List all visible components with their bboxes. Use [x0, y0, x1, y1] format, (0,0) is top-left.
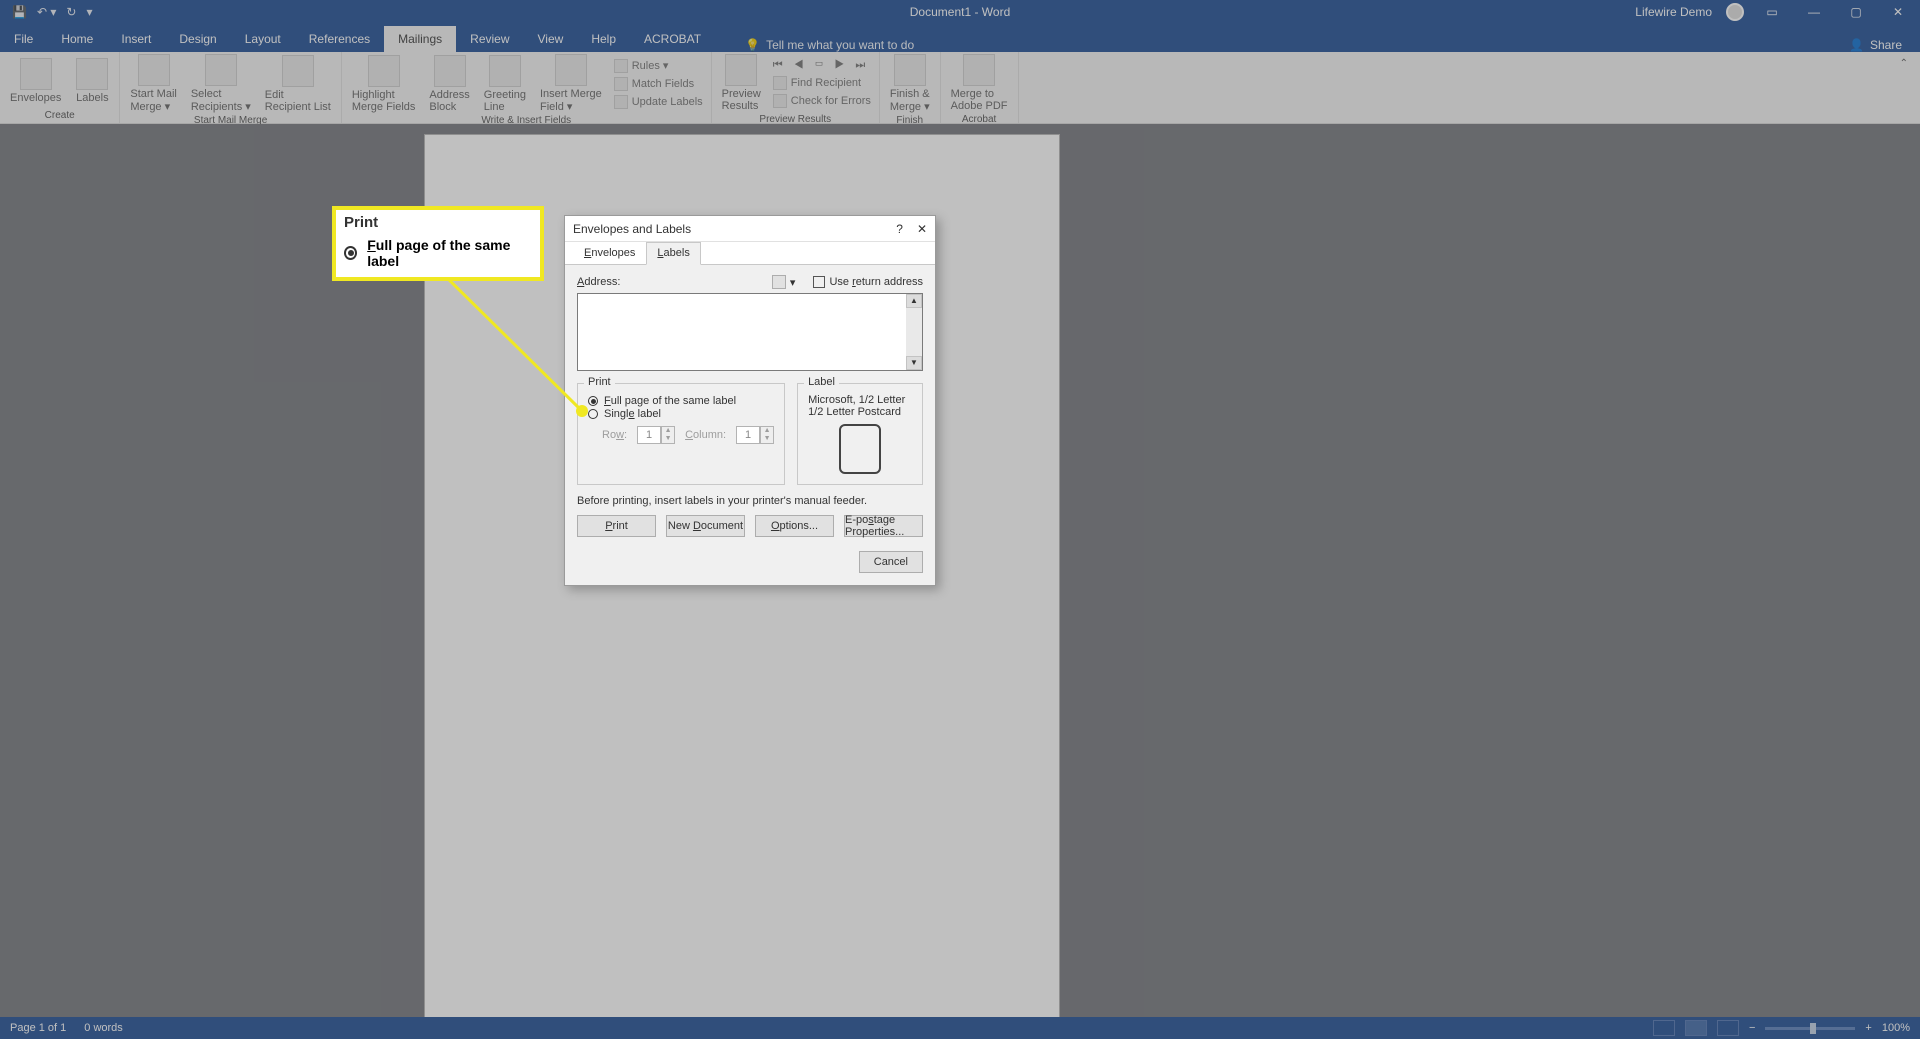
address-label: Address:Address: — [577, 276, 620, 288]
radio-full-page-label: Full page of the same labelFull page of … — [604, 395, 736, 407]
epostage-button[interactable]: E-postage Properties...E-postage Propert… — [844, 515, 923, 537]
callout-box: Print FFull page of the same labelull pa… — [332, 206, 544, 281]
dialog-titlebar[interactable]: Envelopes and Labels ? ✕ — [565, 216, 935, 242]
radio-full-page[interactable]: Full page of the same labelFull page of … — [588, 395, 774, 407]
options-button[interactable]: Options...Options... — [755, 515, 834, 537]
address-book-icon[interactable] — [772, 275, 786, 289]
print-section-label: Print — [584, 376, 615, 388]
print-button[interactable]: PrintPrint — [577, 515, 656, 537]
dialog-help-button[interactable]: ? — [896, 222, 903, 236]
printer-hint: Before printing, insert labels in your p… — [577, 495, 923, 507]
address-textarea[interactable]: ▲ ▼ — [577, 293, 923, 371]
dialog-tab-labels[interactable]: LLabelsabels — [646, 242, 700, 265]
radio-single-label[interactable]: Single labelSingle label — [588, 408, 774, 420]
envelopes-labels-dialog: Envelopes and Labels ? ✕ EEnvelopesnvelo… — [564, 215, 936, 586]
row-value: 1 — [637, 426, 661, 444]
row-label: Row:Row: — [602, 429, 627, 441]
dialog-tab-envelopes[interactable]: EEnvelopesnvelopes — [573, 242, 646, 264]
label-preview-box[interactable]: Label Microsoft, 1/2 Letter 1/2 Letter P… — [797, 383, 923, 485]
radio-selected-icon — [588, 396, 598, 406]
column-label: Column:Column: — [685, 429, 726, 441]
scroll-up-icon[interactable]: ▲ — [906, 294, 922, 308]
column-value: 1 — [736, 426, 760, 444]
scroll-down-icon[interactable]: ▼ — [906, 356, 922, 370]
label-preview-icon — [839, 424, 881, 474]
cancel-button[interactable]: Cancel — [859, 551, 923, 573]
callout-radio-icon — [344, 246, 357, 260]
label-product: 1/2 Letter Postcard — [808, 406, 912, 418]
address-dropdown-icon[interactable]: ▾ — [790, 276, 796, 289]
dialog-close-button[interactable]: ✕ — [917, 222, 927, 236]
callout-title: Print — [344, 214, 532, 231]
modal-overlay — [0, 0, 1920, 1039]
callout-label: FFull page of the same labelull page of … — [367, 237, 532, 269]
radio-single-label-text: Single labelSingle label — [604, 408, 661, 420]
new-document-button[interactable]: New DocumentNew Document — [666, 515, 745, 537]
label-vendor: Microsoft, 1/2 Letter — [808, 394, 912, 406]
label-section-label: Label — [804, 376, 839, 388]
use-return-checkbox[interactable] — [813, 276, 825, 288]
use-return-label: Use return addressUse return address — [829, 276, 923, 288]
radio-unselected-icon — [588, 409, 598, 419]
row-spinner[interactable]: 1 ▲▼ — [637, 426, 675, 444]
dialog-title: Envelopes and Labels — [573, 222, 691, 236]
column-spinner[interactable]: 1 ▲▼ — [736, 426, 774, 444]
